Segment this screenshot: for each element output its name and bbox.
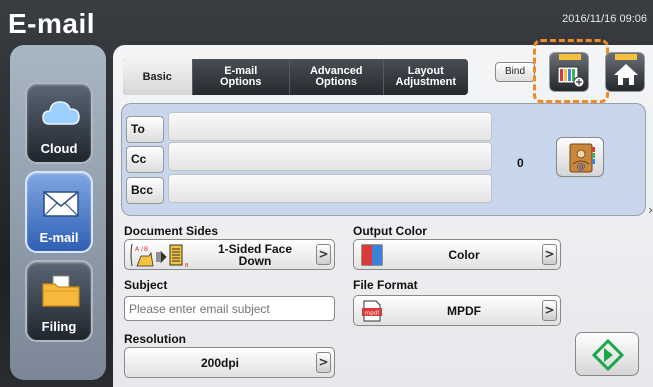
envelope-icon: [43, 191, 79, 217]
sidebar-item-filing[interactable]: Filing: [25, 260, 93, 342]
svg-text:@: @: [577, 162, 586, 172]
svg-text:mpdf: mpdf: [365, 311, 380, 317]
start-icon: [591, 338, 625, 372]
chevron-right-icon: >: [316, 244, 331, 265]
recipients-panel: To Cc Bcc 0 @: [121, 103, 646, 216]
sidebar-item-label: E-mail: [39, 230, 79, 245]
sidebar-item-email[interactable]: E-mail: [25, 171, 93, 253]
shortcut-profile-icon: [557, 54, 585, 88]
sidebar: Cloud E-mail Filing: [10, 45, 106, 380]
tab-email-options[interactable]: E-mail Options: [192, 59, 290, 95]
sidebar-item-label: Filing: [41, 319, 77, 334]
subject-label: Subject: [124, 278, 168, 292]
address-book-icon: @: [569, 143, 595, 173]
tab-advanced-options[interactable]: Advanced Options: [290, 59, 384, 95]
to-button[interactable]: To: [126, 116, 164, 143]
file-format-label: File Format: [353, 278, 418, 292]
file-format-value: MPDF: [447, 303, 481, 318]
color-mode-icon: [361, 244, 383, 266]
bcc-field[interactable]: [168, 174, 492, 203]
chevron-right-icon: >: [316, 352, 331, 373]
main-panel: Basic E-mail Options Advanced Options La…: [113, 39, 653, 387]
home-button[interactable]: [605, 52, 645, 92]
output-color-select[interactable]: Color >: [353, 239, 561, 270]
chevron-right-icon: >: [542, 300, 557, 321]
resolution-value: 200dpi: [200, 355, 239, 370]
cc-button[interactable]: Cc: [126, 146, 164, 173]
subject-input[interactable]: [124, 296, 335, 321]
to-field[interactable]: [168, 112, 492, 141]
output-color-label: Output Color: [353, 224, 427, 238]
svg-text:B: B: [185, 263, 189, 269]
duplex-scan-icon: A / B B: [130, 243, 189, 269]
scanner-screen: E-mail 2016/11/16 09:06 Cloud E-mail Fil…: [0, 0, 653, 387]
document-sides-value: 1-Sided Face Down: [217, 241, 293, 268]
folder-icon: [42, 275, 80, 307]
file-format-select[interactable]: mpdf MPDF >: [353, 295, 561, 326]
tab-bar: Basic E-mail Options Advanced Options La…: [123, 59, 468, 95]
resolution-select[interactable]: 200dpi >: [124, 347, 335, 378]
tab-basic[interactable]: Basic: [123, 59, 193, 95]
tab-layout-adjustment[interactable]: Layout Adjustment: [383, 59, 468, 95]
sidebar-item-label: Cloud: [40, 141, 78, 156]
app-title: E-mail: [8, 8, 96, 39]
scroll-right-icon[interactable]: ›: [648, 203, 653, 217]
bcc-button[interactable]: Bcc: [126, 177, 164, 204]
sidebar-item-cloud[interactable]: Cloud: [25, 82, 93, 164]
chevron-right-icon: >: [542, 244, 557, 265]
start-scan-button[interactable]: [575, 332, 639, 376]
document-sides-label: Document Sides: [124, 224, 219, 238]
address-book-button[interactable]: @: [556, 137, 604, 177]
profile-button[interactable]: [549, 52, 589, 92]
svg-text:A: A: [135, 246, 140, 253]
output-color-value: Color: [448, 247, 480, 262]
mpdf-file-icon: mpdf: [362, 300, 382, 322]
resolution-label: Resolution: [124, 332, 186, 346]
recipient-count: 0: [517, 156, 524, 170]
cc-field[interactable]: [168, 142, 492, 171]
bind-button[interactable]: Bind: [495, 62, 535, 82]
datetime: 2016/11/16 09:06: [562, 13, 647, 25]
home-icon: [614, 54, 638, 85]
cloud-icon: [42, 101, 80, 125]
document-sides-select[interactable]: A / B B 1-Sided Face Down >: [124, 239, 335, 270]
svg-text:B: B: [144, 246, 148, 253]
